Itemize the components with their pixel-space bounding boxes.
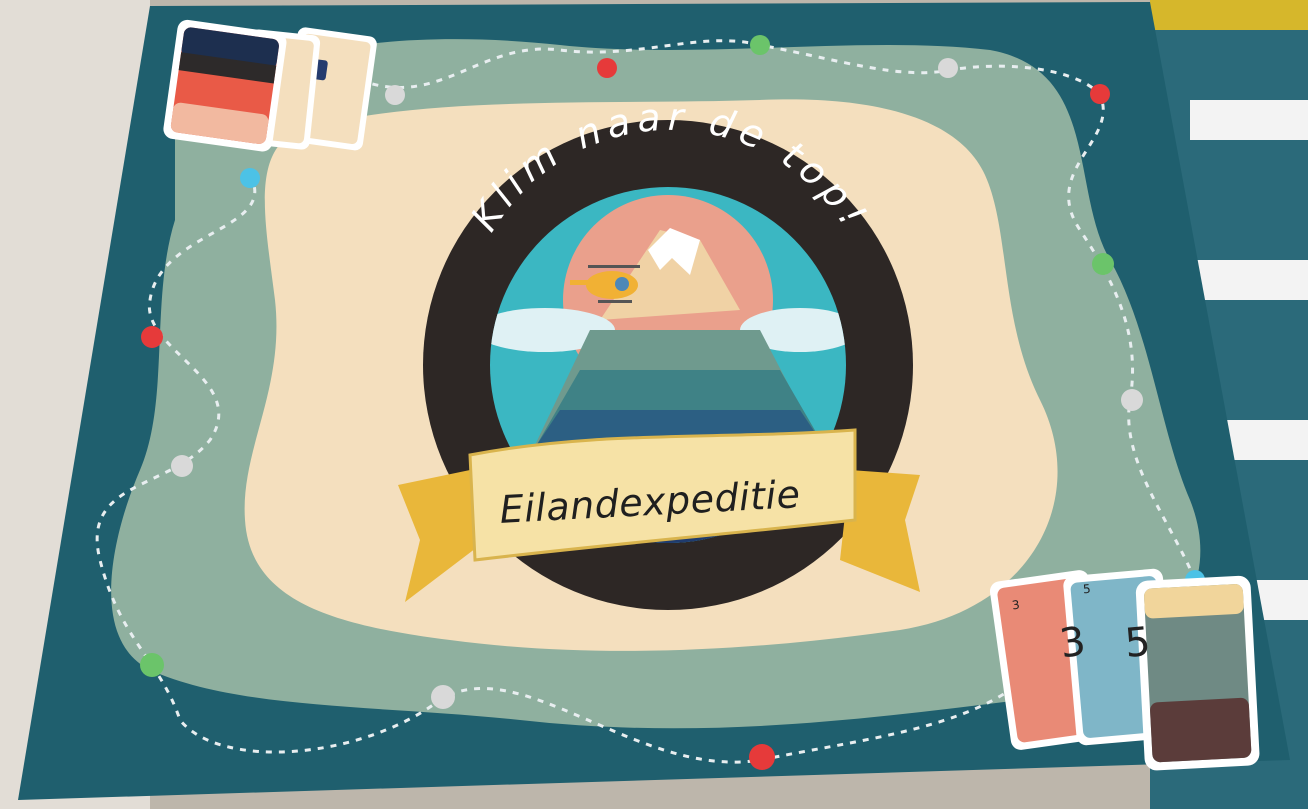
card-5-corner-number: 5 <box>1082 581 1092 597</box>
card-5-center-number: 5 <box>1123 618 1153 668</box>
photo-scene: Klim naar de top! 3 3 5 5 Eilandexpediti… <box>0 0 1308 809</box>
cards-bottom-right <box>989 568 1260 771</box>
cards-top-left <box>163 19 377 152</box>
game-box-illustration: Klim naar de top! <box>0 0 1308 809</box>
